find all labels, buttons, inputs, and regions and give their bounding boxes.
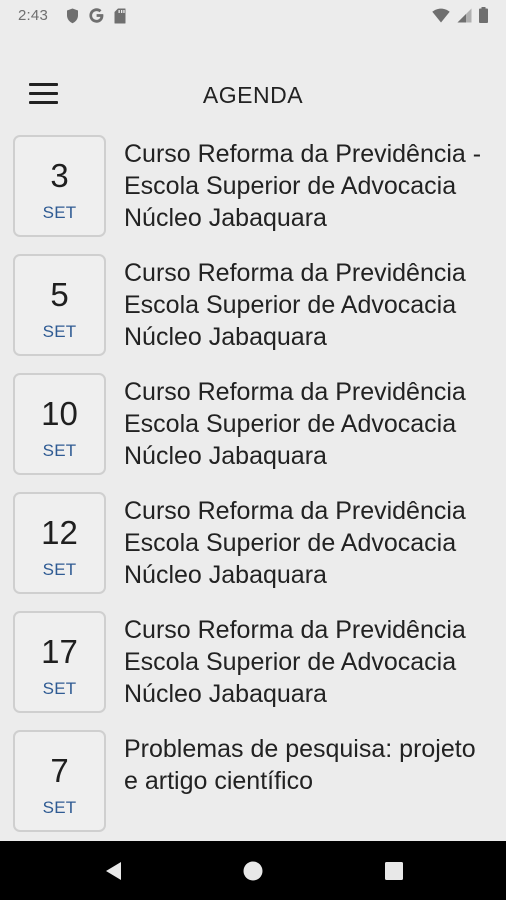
event-title: Curso Reforma da Previdência Escola Supe… <box>124 616 466 708</box>
date-badge: 12 SET <box>13 492 106 594</box>
event-title: Problemas de pesquisa: projeto e artigo … <box>124 735 476 795</box>
event-title: Curso Reforma da Previdência Escola Supe… <box>124 259 466 351</box>
back-icon[interactable] <box>102 859 126 883</box>
event-month: SET <box>42 798 77 817</box>
date-badge: 7 SET <box>13 730 106 832</box>
event-title: Curso Reforma da Previdência Escola Supe… <box>124 497 466 589</box>
wifi-icon <box>432 8 450 23</box>
event-day: 5 <box>50 276 69 313</box>
event-title: Curso Reforma da Previdência Escola Supe… <box>124 378 466 470</box>
date-badge: 5 SET <box>13 254 106 356</box>
status-left-icons <box>66 7 126 24</box>
status-bar: 2:43 <box>0 0 506 32</box>
shield-icon <box>66 8 79 24</box>
event-month: SET <box>42 322 77 341</box>
event-item[interactable]: 5 SET Curso Reforma da Previdência Escol… <box>0 250 506 362</box>
battery-icon <box>479 7 488 23</box>
status-time: 2:43 <box>18 7 48 24</box>
date-badge: 10 SET <box>13 373 106 475</box>
google-icon <box>88 7 105 24</box>
event-day: 3 <box>50 157 69 194</box>
event-item[interactable]: 12 SET Curso Reforma da Previdência Esco… <box>0 488 506 600</box>
status-right-icons <box>432 7 488 23</box>
recents-icon[interactable] <box>382 859 406 883</box>
event-day: 12 <box>41 514 78 551</box>
event-item[interactable]: 7 SET Problemas de pesquisa: projeto e a… <box>0 726 506 838</box>
cell-signal-icon <box>457 8 472 23</box>
event-month: SET <box>42 203 77 222</box>
page-title: AGENDA <box>202 82 304 108</box>
date-badge: 3 SET <box>13 135 106 237</box>
event-month: SET <box>42 441 77 460</box>
sd-card-icon <box>114 8 126 24</box>
event-day: 7 <box>50 752 69 789</box>
app-bar: AGENDA <box>0 70 506 118</box>
event-title: Curso Reforma da Previdência - Escola Su… <box>124 140 482 232</box>
event-day: 17 <box>41 633 78 670</box>
event-item[interactable]: 10 SET Curso Reforma da Previdência Esco… <box>0 369 506 481</box>
system-nav-bar <box>0 841 506 900</box>
event-day: 10 <box>41 395 78 432</box>
home-icon[interactable] <box>241 859 265 883</box>
event-month: SET <box>42 679 77 698</box>
event-item[interactable]: 3 SET Curso Reforma da Previdência - Esc… <box>0 131 506 243</box>
date-badge: 17 SET <box>13 611 106 713</box>
event-month: SET <box>42 560 77 579</box>
event-item[interactable]: 17 SET Curso Reforma da Previdência Esco… <box>0 607 506 719</box>
